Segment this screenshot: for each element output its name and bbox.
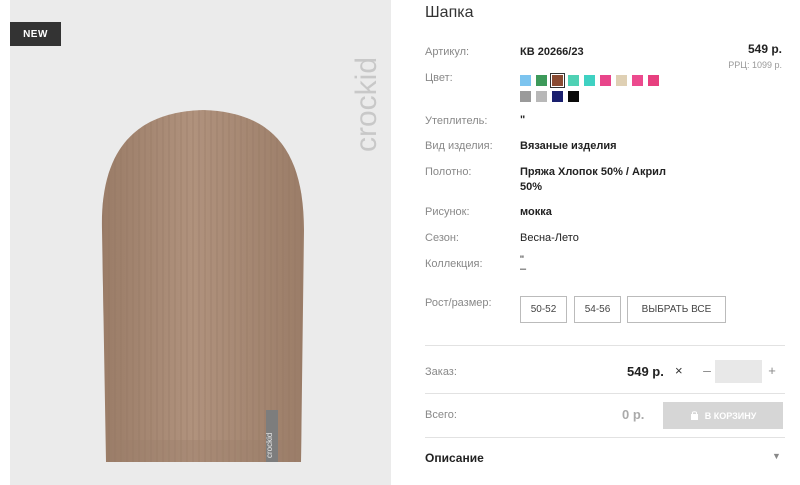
add-to-cart-button[interactable]: В КОРЗИНУ: [663, 402, 783, 429]
color-swatch-light-blue[interactable]: [520, 75, 531, 86]
product-photo[interactable]: crockid NEW crockid: [10, 0, 391, 485]
new-badge: NEW: [10, 22, 61, 46]
divider: [425, 345, 785, 346]
order-price: 549 р.: [627, 364, 664, 379]
fabric-value-line1: Пряжа Хлопок 50% / Акрил: [520, 166, 666, 178]
collection-label: Коллекция:: [425, 258, 483, 270]
color-swatch-navy[interactable]: [552, 91, 563, 102]
pattern-value: мокка: [520, 206, 552, 218]
total-value: 0 р.: [622, 407, 645, 422]
product-rrp: РРЦ: 1099 р.: [728, 60, 782, 70]
quantity-decrease-button[interactable]: –: [700, 362, 714, 378]
color-swatch-grey[interactable]: [520, 91, 531, 102]
insulation-value: ": [520, 114, 526, 126]
brand-logo: crockid: [350, 57, 383, 152]
product-title: Шапка: [425, 4, 474, 21]
hat-image: crockid: [101, 110, 304, 462]
color-swatch-pink[interactable]: [600, 75, 611, 86]
article-label: Артикул:: [425, 46, 470, 58]
color-swatch-turquoise[interactable]: [584, 75, 595, 86]
times-icon: ×: [675, 363, 683, 378]
season-label: Сезон:: [425, 232, 459, 244]
divider: [425, 437, 785, 438]
type-value: Вязаные изделия: [520, 140, 617, 152]
divider: [425, 393, 785, 394]
color-swatch-mocha[interactable]: [550, 73, 565, 88]
add-to-cart-label: В КОРЗИНУ: [704, 410, 757, 421]
fabric-value-line2: 50%: [520, 181, 543, 193]
color-swatch-black[interactable]: [568, 91, 579, 102]
product-price: 549 р.: [747, 42, 782, 56]
product-info: Шапка Артикул: КВ 20266/23 549 р. РРЦ: 1…: [425, 0, 790, 485]
size-option-50-52[interactable]: 50-52: [520, 296, 567, 323]
cart-icon: [690, 411, 698, 420]
color-swatch-green[interactable]: [536, 75, 547, 86]
quantity-increase-button[interactable]: +: [765, 363, 779, 378]
color-swatch-pink-3[interactable]: [648, 75, 659, 86]
quantity-input[interactable]: [715, 360, 762, 383]
chevron-down-icon[interactable]: ▼: [772, 451, 781, 461]
color-swatch-beige[interactable]: [616, 75, 627, 86]
fabric-label: Полотно:: [425, 166, 472, 178]
order-label: Заказ:: [425, 366, 457, 378]
color-swatch-light-grey[interactable]: [536, 91, 547, 102]
type-label: Вид изделия:: [425, 140, 493, 152]
size-option-54-56[interactable]: 54-56: [574, 296, 621, 323]
color-swatch-pink-2[interactable]: [632, 75, 643, 86]
collection-value-line2: –: [520, 263, 527, 275]
brand-logo-text: crockid: [350, 57, 383, 152]
pattern-label: Рисунок:: [425, 206, 470, 218]
color-label: Цвет:: [425, 72, 453, 84]
total-label: Всего:: [425, 409, 457, 421]
color-swatch-mint[interactable]: [568, 75, 579, 86]
size-label: Рост/размер:: [425, 297, 492, 309]
select-all-sizes-button[interactable]: ВЫБРАТЬ ВСЕ: [627, 296, 726, 323]
article-value: КВ 20266/23: [520, 46, 584, 58]
insulation-label: Утеплитель:: [425, 115, 488, 127]
season-value: Весна-Лето: [520, 232, 579, 244]
description-toggle[interactable]: Описание: [425, 451, 484, 465]
hat-label-text: crockid: [265, 433, 274, 458]
